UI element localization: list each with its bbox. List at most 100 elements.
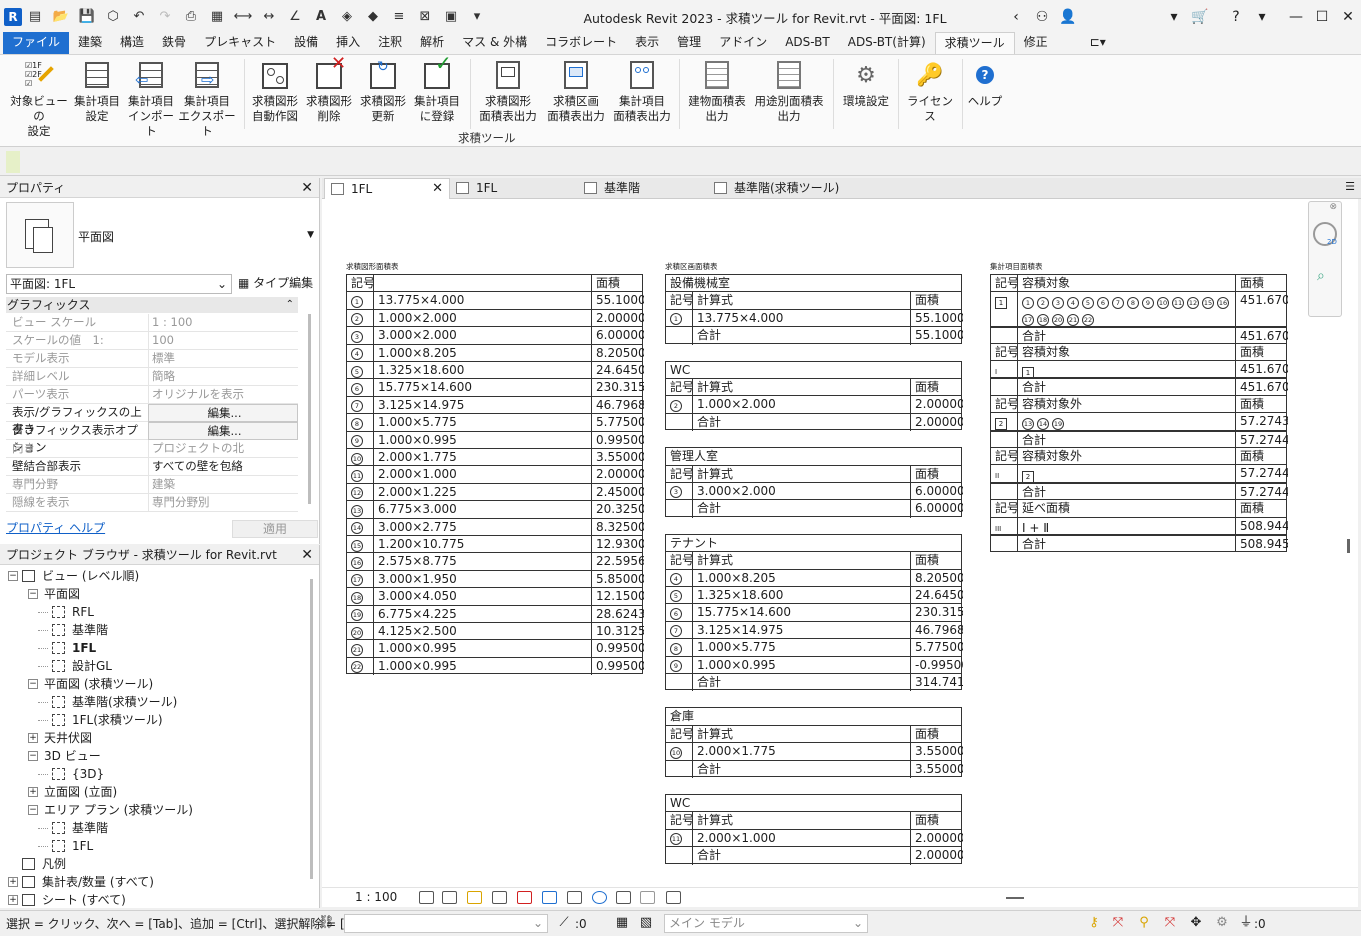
show-crop-region-icon[interactable] [542,891,557,904]
sync-icon[interactable]: ⬡ [102,7,124,27]
home-icon[interactable]: ▤ [24,7,46,27]
tab-manage[interactable]: 管理 [668,32,710,54]
browser-node[interactable]: − 平面図 (求積ツール) [6,675,306,693]
tab-modify[interactable]: 修正 [1015,32,1057,54]
angular-dimension-icon[interactable]: ∠ [284,7,306,27]
text-icon[interactable]: A [310,7,332,27]
redo-icon[interactable]: ↷ [154,7,176,27]
tab-precast[interactable]: プレキャスト [195,32,285,54]
item-export-button[interactable]: ⇨ 集計項目 エクスポート [176,58,238,139]
type-selector[interactable]: 平面図 ▼ [6,202,318,270]
select-links-icon[interactable]: ⚷ [1086,915,1102,931]
usage-area-table-button[interactable]: 用途別面積表 出力 [750,58,828,124]
browser-node[interactable]: RFL [6,603,306,621]
shape-area-table-output-button[interactable]: 求積図形 面積表出力 [476,58,540,124]
browser-node[interactable]: 1FL [6,639,306,657]
drawing-canvas[interactable]: 2D ⌕ ⊗ 求積図形面積表記号面積113.775×4.00055.100000… [322,199,1358,887]
filter-icon[interactable]: ⏚ [1238,915,1254,931]
collapse-icon[interactable]: − [28,679,38,689]
app-logo[interactable]: R [4,7,22,26]
workset-dropdown[interactable]: ⌄ [344,914,548,933]
select-pinned-icon[interactable]: ⚲ [1136,915,1152,931]
browser-node[interactable]: 基準階 [6,621,306,639]
browser-node[interactable]: 設計GL [6,657,306,675]
tab-architecture[interactable]: 建築 [69,32,111,54]
view-tab-1fl[interactable]: 1FL ✕ [324,178,450,199]
open-icon[interactable]: 📂 [50,7,72,27]
detail-level-icon[interactable] [419,891,434,904]
horizontal-scroll-thumb[interactable] [1006,897,1024,899]
tab-view[interactable]: 表示 [626,32,668,54]
expand-icon[interactable]: + [8,877,18,887]
collapse-icon[interactable]: − [28,751,38,761]
model-dropdown[interactable]: メイン モデル ⌄ [664,914,868,933]
tab-addins[interactable]: アドイン [710,32,776,54]
undo-icon[interactable]: ↶ [128,7,150,27]
apply-button[interactable]: 適用 [232,520,318,538]
help-button[interactable]: ? ヘルプ [964,58,1006,109]
section-icon[interactable]: ◆ [362,7,384,27]
exclude-options-icon[interactable]: ▧ [638,915,654,931]
worksharing-icon[interactable] [640,891,655,904]
edit-button[interactable]: 編集... [148,404,298,422]
collapse-icon[interactable]: − [28,589,38,599]
chevron-down-icon[interactable]: ▾ [1161,9,1187,25]
close-icon[interactable]: ✕ [432,179,443,199]
close-icon[interactable]: ⊗ [1329,202,1337,212]
tab-ads-bt-calc[interactable]: ADS-BT(計算) [839,32,935,54]
ribbon-minimize-toggle[interactable]: ⊏▾ [1081,32,1115,54]
customize-qat-icon[interactable]: ▾ [466,7,488,27]
tab-massing-site[interactable]: マス & 外構 [453,32,536,54]
tab-insert[interactable]: 挿入 [327,32,369,54]
expand-icon[interactable]: + [8,895,18,905]
worksets-icon[interactable]: ⛓ [318,915,335,931]
update-shapes-button[interactable]: ↻ 求積図形 更新 [356,58,410,124]
view-tab-standard-floor[interactable]: 基準階 [578,178,708,199]
zone-area-table-output-button[interactable]: 求積区画 面積表出力 [544,58,608,124]
cart-icon[interactable]: 🛒 [1187,9,1213,25]
crop-view-icon[interactable] [517,891,532,904]
temporary-hide-icon[interactable] [592,891,607,904]
auto-draw-shapes-button[interactable]: 求積図形 自動作図 [248,58,302,124]
tab-collaborate[interactable]: コラボレート [536,32,626,54]
properties-help-link[interactable]: プロパティ ヘルプ [6,521,105,535]
browser-node[interactable]: + シート (すべて) [6,891,306,909]
background-process-icon[interactable]: ⚙ [1214,915,1230,931]
close-icon[interactable]: ✕ [1335,9,1361,25]
minimize-icon[interactable]: — [1283,9,1309,25]
temporary-view-properties-icon[interactable] [666,891,681,904]
tab-systems[interactable]: 設備 [285,32,327,54]
chevron-down-icon[interactable]: ▼ [307,230,314,240]
view-scale[interactable]: 1 : 100 [355,890,397,904]
instance-filter-dropdown[interactable]: 平面図: 1FL ⌄ [6,274,232,294]
close-icon[interactable]: ✕ [301,545,313,565]
binoculars-icon[interactable]: ⚇ [1029,9,1055,25]
visual-style-icon[interactable] [442,891,457,904]
browser-node[interactable]: + 天井伏図 [6,729,306,747]
item-settings-button[interactable]: 集計項目 設定 [70,58,124,124]
collapse-icon[interactable]: − [28,805,38,815]
browser-node[interactable]: − エリア プラン (求積ツール) [6,801,306,819]
environment-settings-button[interactable]: ⚙ 環境設定 [838,58,894,109]
delete-shapes-button[interactable]: ✕ 求積図形 削除 [302,55,356,124]
export-pdf-icon[interactable]: ▦ [206,7,228,27]
thin-lines-icon[interactable]: ≡ [388,7,410,27]
design-options-icon[interactable]: ▦ [614,915,630,931]
drag-on-selection-icon[interactable]: ✥ [1188,915,1204,931]
select-underlay-icon[interactable]: ⤧ [1110,915,1126,931]
reveal-hidden-icon[interactable] [616,891,631,904]
switch-windows-icon[interactable]: ▣ [440,7,462,27]
browser-node[interactable]: − 平面図 [6,585,306,603]
graphics-section-header[interactable]: グラフィックス ⌃ [6,297,298,313]
browser-node[interactable]: {3D} [6,765,306,783]
edit-type-button[interactable]: ▦ タイプ編集 [238,274,314,294]
browser-node[interactable]: 基準階 [6,819,306,837]
tab-ads-bt[interactable]: ADS-BT [776,32,839,54]
vertical-scroll-thumb[interactable] [1347,539,1350,553]
sun-path-icon[interactable] [467,891,482,904]
tab-file[interactable]: ファイル [3,32,70,54]
close-hidden-windows-icon[interactable]: ⊠ [414,7,436,27]
browser-node[interactable]: −3D ビュー [6,747,306,765]
expand-icon[interactable]: + [28,733,38,743]
help-dropdown-icon[interactable]: ▾ [1249,9,1275,25]
